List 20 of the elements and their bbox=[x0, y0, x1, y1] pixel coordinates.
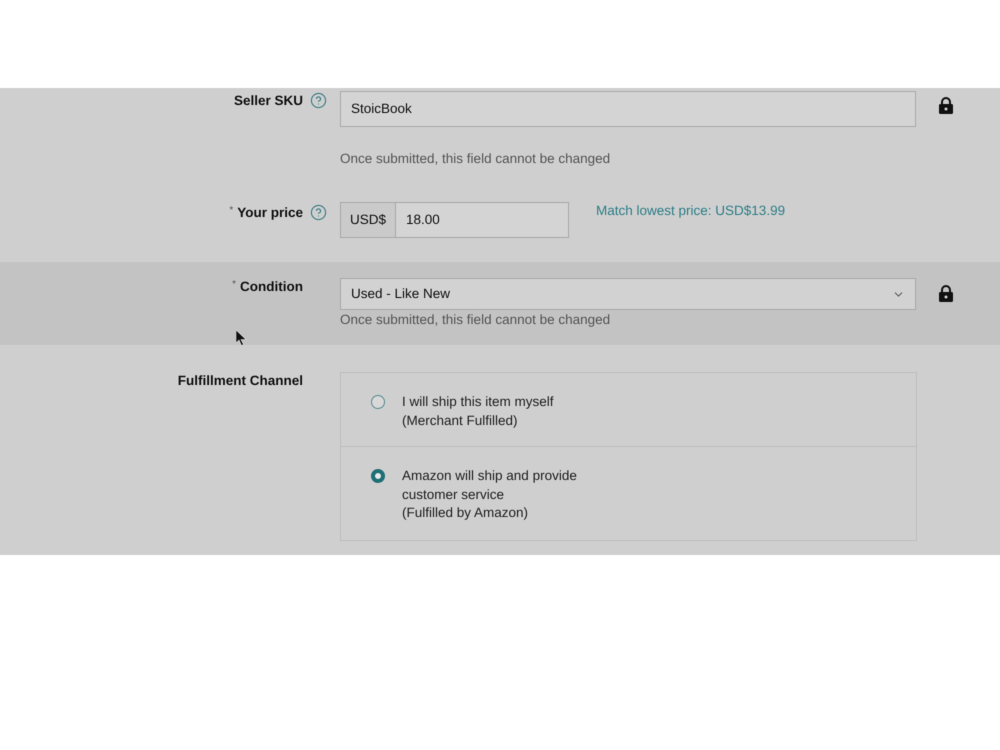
sku-input[interactable]: StoicBook bbox=[340, 91, 916, 127]
price-value: 18.00 bbox=[405, 210, 441, 229]
radio-button[interactable] bbox=[371, 395, 385, 409]
helper-text: Once submitted, this field cannot be changed bbox=[340, 151, 610, 167]
help-icon[interactable] bbox=[310, 92, 327, 109]
option-label: I will ship this item myself (Merchant Fulfilled) bbox=[402, 393, 554, 430]
required-mark: * bbox=[229, 204, 234, 218]
radio-button[interactable] bbox=[371, 469, 385, 483]
help-icon[interactable] bbox=[310, 204, 327, 221]
field-label: Fulfillment Channel bbox=[178, 372, 303, 390]
price-input[interactable]: USD$ 18.00 bbox=[340, 202, 569, 238]
helper-text: Once submitted, this field cannot be changed bbox=[340, 312, 610, 328]
mouse-cursor-icon bbox=[236, 330, 247, 346]
field-label: Your price bbox=[237, 204, 303, 222]
field-label: Seller SKU bbox=[234, 92, 303, 110]
currency-prefix: USD$ bbox=[341, 203, 396, 237]
condition-select[interactable]: Used - Like New bbox=[340, 278, 916, 310]
option-label: Amazon will ship and provide customer service (Fulfilled by Amazon) bbox=[402, 467, 577, 522]
field-label: Condition bbox=[240, 278, 303, 296]
required-mark: * bbox=[232, 278, 236, 292]
